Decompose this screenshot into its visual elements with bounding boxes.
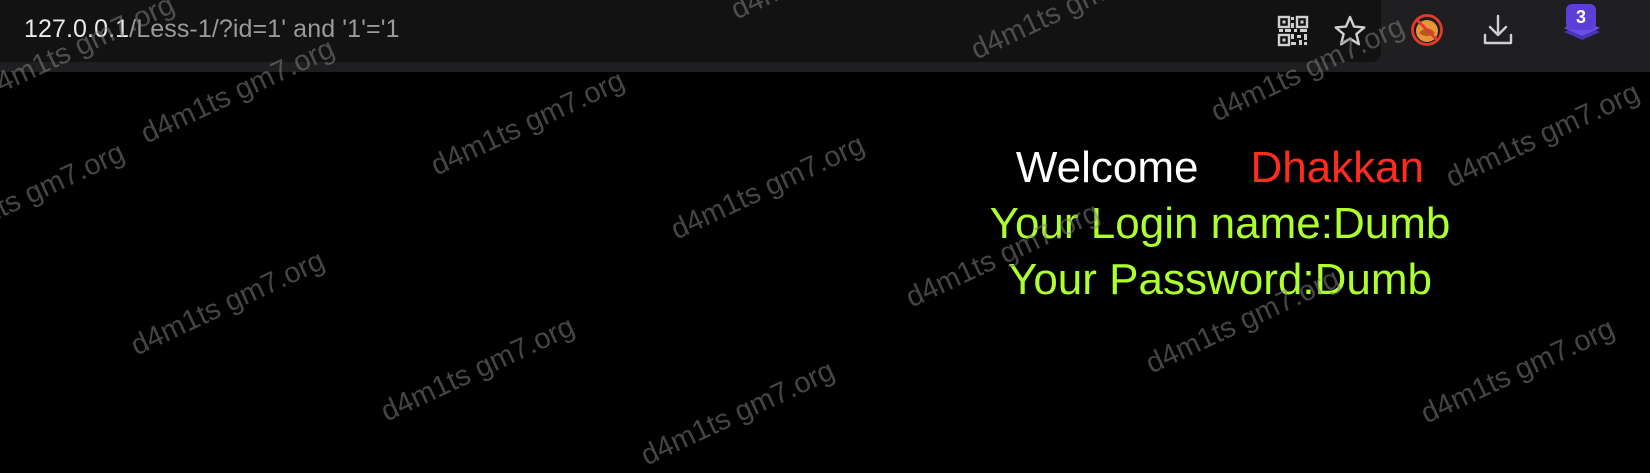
url-host: 127.0.0.1: [24, 15, 130, 43]
login-name-line: Your Login name:Dumb: [989, 199, 1451, 248]
welcome-name: Dhakkan: [1250, 143, 1425, 192]
extension-badge: 3: [1566, 4, 1596, 30]
url-path: /Less-1/?id=1' and '1'='1: [129, 15, 400, 43]
welcome-line: Welcome Dhakkan: [940, 140, 1500, 196]
password-line: Your Password:Dumb: [1008, 255, 1432, 304]
url-text[interactable]: 127.0.0.1/Less-1/?id=1' and '1'='1: [24, 15, 400, 44]
address-bar[interactable]: 127.0.0.1/Less-1/?id=1' and '1'='1: [0, 0, 1381, 62]
login-result: Welcome Dhakkan Your Login name:Dumb Your…: [940, 140, 1500, 308]
qr-code-icon[interactable]: [1276, 14, 1310, 48]
extension-icon[interactable]: [1407, 10, 1447, 50]
star-icon[interactable]: [1331, 12, 1369, 50]
browser-toolbar: 127.0.0.1/Less-1/?id=1' and '1'='1 3: [0, 0, 1650, 72]
welcome-word: Welcome: [1015, 143, 1199, 192]
download-icon[interactable]: [1479, 10, 1517, 50]
